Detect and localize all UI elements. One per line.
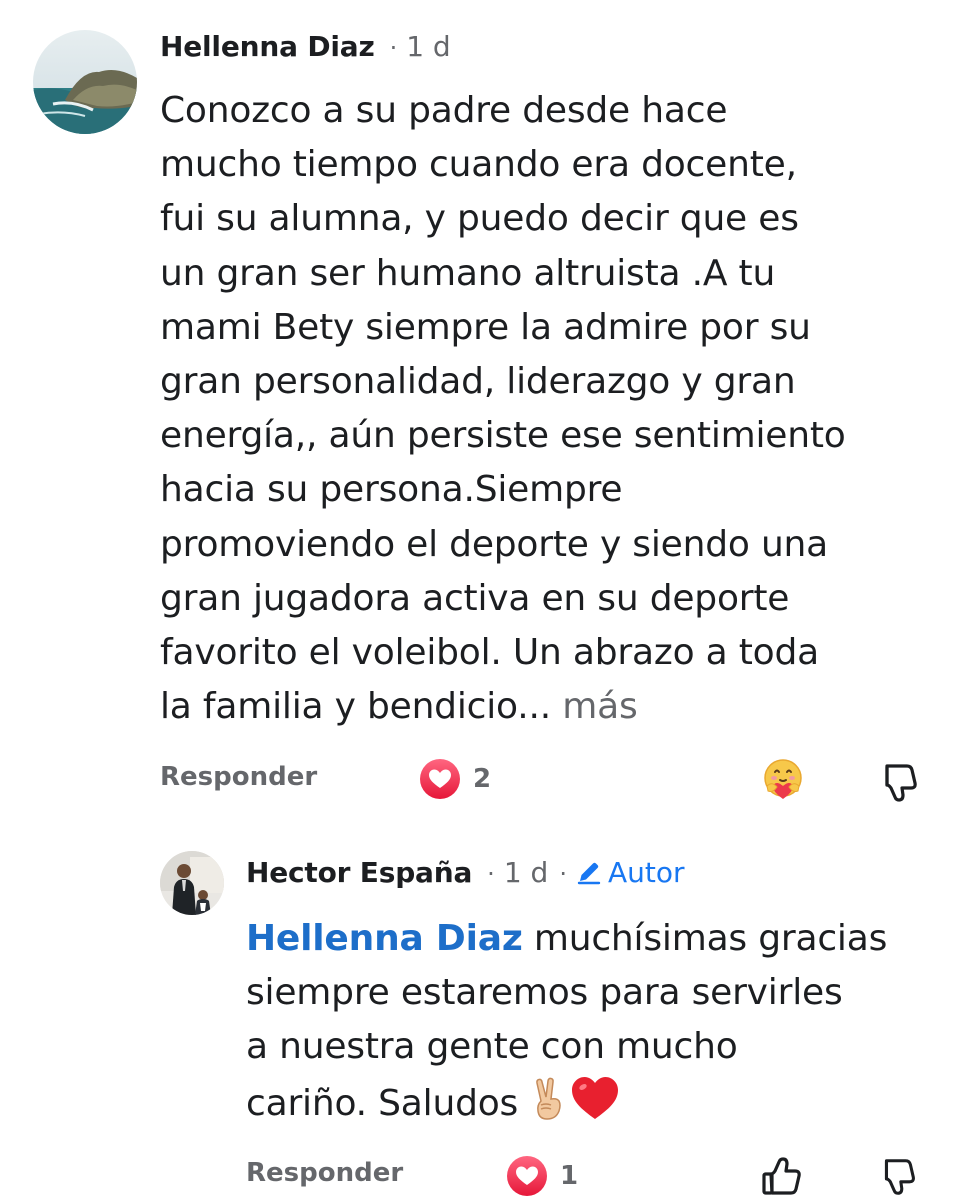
author-badge: Autor <box>576 856 685 889</box>
comment-line: energía,, aún persiste ese sentimiento <box>160 415 846 457</box>
comment-last-line: la familia y bendicio... <box>160 686 551 728</box>
replier-avatar[interactable] <box>160 851 224 915</box>
reply-text-first: muchísimas gracias <box>533 918 888 959</box>
separator-dot: · <box>389 34 398 62</box>
reply-button[interactable]: Responder <box>160 762 317 792</box>
reply-last-line: cariño. Saludos <box>246 1082 519 1124</box>
coastal-landscape-photo <box>33 30 137 134</box>
comment-line: mucho tiempo cuando era docente, <box>160 144 797 186</box>
reply-header: Hector España · 1 d · Autor <box>246 856 684 889</box>
comment-text: Conozco a su padre desde hace mucho tiem… <box>160 84 950 734</box>
love-reaction-icon <box>507 1156 547 1196</box>
comment-line: favorito el voleibol. Un abrazo a toda <box>160 632 819 674</box>
love-reaction-icon <box>420 759 460 799</box>
separator-dot: · <box>487 860 495 888</box>
comment-line: promoviendo el deporte y siendo una <box>160 523 829 565</box>
comment-line: gran personalidad, liderazgo y gran <box>160 361 796 403</box>
comment-timestamp[interactable]: 1 d <box>406 30 451 63</box>
reply-line-first: Hellenna Diaz muchísimas gracias <box>246 912 951 966</box>
reply-author-name[interactable]: Hector España <box>246 856 472 889</box>
comment-line-last: la familia y bendicio... más <box>160 680 950 734</box>
reply-button[interactable]: Responder <box>246 1158 403 1188</box>
reaction-summary[interactable]: 1 <box>506 1155 578 1197</box>
comment-author-name[interactable]: Hellenna Diaz <box>160 30 375 63</box>
thumbs-up-icon[interactable] <box>760 1155 804 1199</box>
see-more-link[interactable]: más <box>562 686 637 727</box>
reaction-summary[interactable]: 2 <box>419 758 491 800</box>
reply-line-last: cariño. Saludos <box>246 1075 951 1131</box>
comment-line: gran jugadora activa en su deporte <box>160 577 790 619</box>
separator-dot: · <box>559 860 567 888</box>
person-photo <box>160 851 224 915</box>
red-heart-emoji-icon <box>572 1076 619 1119</box>
reaction-count: 1 <box>560 1161 579 1191</box>
commenter-avatar[interactable] <box>33 30 137 134</box>
thumbs-down-icon[interactable] <box>875 758 921 804</box>
reply-line: siempre estaremos para servirles <box>246 972 843 1014</box>
comment-line: mami Bety siempre la admire por su <box>160 306 811 348</box>
thumbs-down-icon[interactable] <box>875 1155 919 1199</box>
reply-text: Hellenna Diaz muchísimas gracias siempre… <box>246 912 951 1131</box>
reaction-count: 2 <box>473 764 492 794</box>
care-emoji-icon[interactable] <box>760 756 806 802</box>
comment-line: un gran ser humano altruista .A tu <box>160 252 776 294</box>
comment-thread: Hellenna Diaz · 1 d Conozco a su padre d… <box>0 0 961 1200</box>
reply-timestamp[interactable]: 1 d <box>504 856 549 889</box>
mention-link[interactable]: Hellenna Diaz <box>246 918 523 959</box>
comment-line: hacia su persona.Siempre <box>160 469 623 511</box>
reply-line: a nuestra gente con mucho <box>246 1026 738 1068</box>
comment-header: Hellenna Diaz · 1 d <box>160 30 451 63</box>
comment-line: fui su alumna, y puedo decir que es <box>160 198 799 240</box>
pencil-icon <box>577 862 601 885</box>
comment-line: Conozco a su padre desde hace <box>160 90 728 131</box>
victory-hand-emoji-icon <box>536 1077 562 1120</box>
author-badge-label: Autor <box>607 856 685 889</box>
